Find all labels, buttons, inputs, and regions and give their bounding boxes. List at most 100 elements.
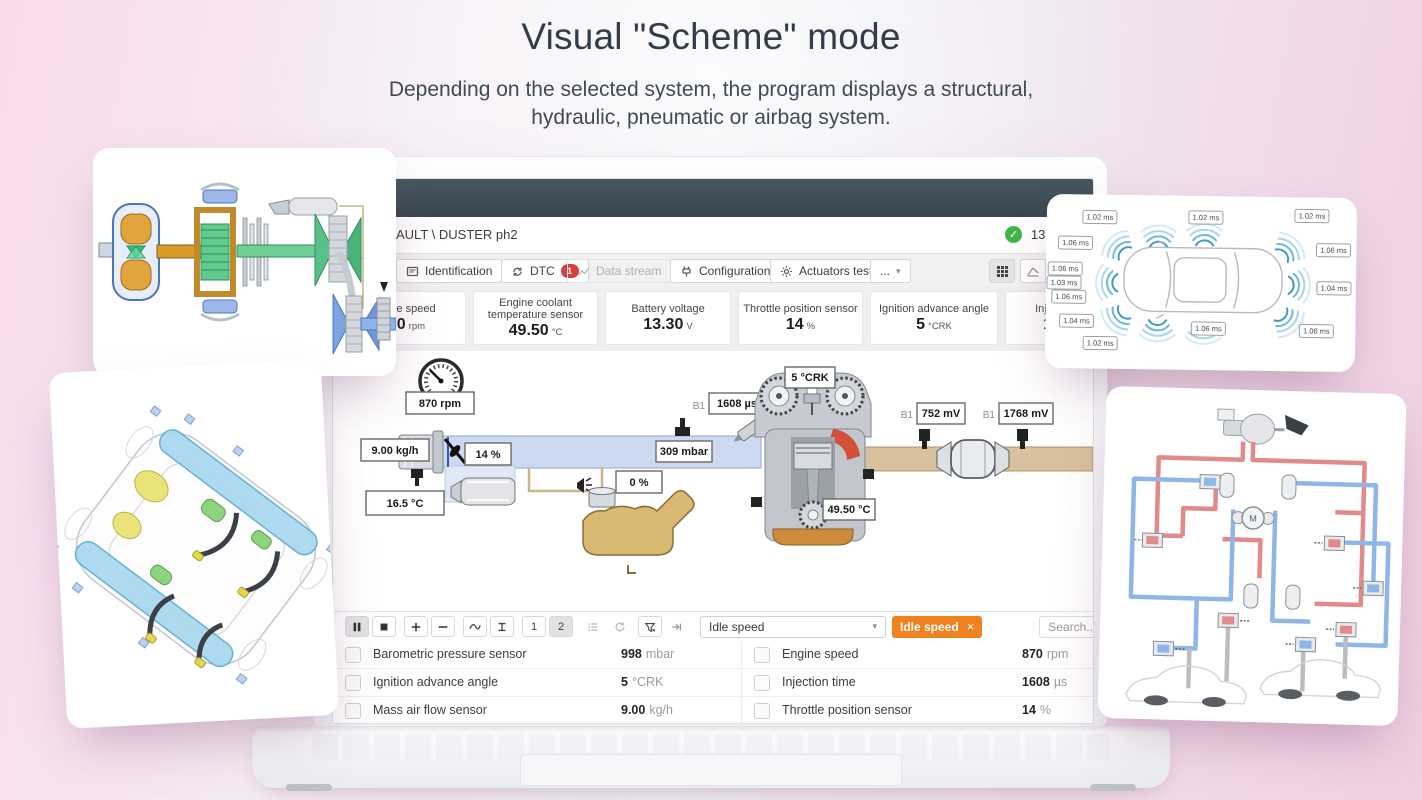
sensor-value: 14% [785,315,816,333]
tab-label: ... [880,264,891,278]
page-1-button[interactable]: 1 [522,616,546,637]
promo-canvas: Visual "Scheme" mode Depending on the se… [0,0,1422,800]
tab-actuators-test[interactable]: Actuators test [770,259,883,283]
tab-label: Actuators test [799,264,873,278]
dropdown-value: Idle speed [709,619,765,634]
chart-view-button[interactable] [1020,259,1046,283]
app-screen: AULT \ DUSTER ph2 ✓ 13. Identification D… [332,178,1094,724]
param-value: 1608 µs [1022,675,1068,689]
o2-sensor-downstream [1017,429,1028,449]
row-checkbox[interactable] [345,675,361,691]
scheme-label-map: 309 mbar [655,440,713,463]
svg-text:1.02 ms: 1.02 ms [1299,211,1326,220]
tab-bar: Identification DTC 1 Data stream Configu… [333,253,1093,289]
abs-pump: M [1231,506,1275,530]
idle-speed-chip[interactable]: Idle speed × [892,615,983,638]
table-row[interactable]: Injection time 1608 µs [742,669,1093,697]
grid-view-icon [996,265,1008,277]
sensor-card-throttle: Throttle position sensor 14% [738,291,863,345]
param-name: Barometric pressure sensor [373,647,527,661]
param-value: 998 mbar [621,647,675,661]
trackpad [520,754,902,786]
page-2-button[interactable]: 2 [549,616,573,637]
scheme-label-ignition: 5 °CRK [784,366,836,389]
engine-scheme-svg: 870 rpm 9.00 kg/h 16.5 °C 14 % 0 % 309 m… [360,358,1093,574]
parameter-table: Barometric pressure sensor 998 mbar Ignit… [333,641,1093,723]
range-icon [498,622,506,631]
minus-icon [438,625,448,628]
table-row[interactable]: Mass air flow sensor 9.00 kg/h [333,697,741,723]
actuators-test-icon [781,265,792,277]
chevron-down-icon: ▾ [896,265,901,276]
configuration-icon [682,266,691,276]
hydraulic-scheme-svg: M [1125,408,1391,708]
tab-identification[interactable]: Identification [396,259,503,283]
row-checkbox[interactable] [754,703,770,719]
scheme-label-engine-speed: 870 rpm [405,391,475,415]
data-stream-icon [578,267,590,275]
table-row[interactable]: Ignition advance angle 5 °CRK [333,669,741,697]
tab-configuration[interactable]: Configuration [670,259,781,283]
tab-label: DTC [530,264,555,278]
search-input[interactable] [1039,615,1093,638]
row-checkbox[interactable] [345,703,361,719]
sensor-card-ignition: Ignition advance angle 5 °CRK [870,291,998,345]
airbag-scheme-card [47,359,340,729]
airbag-car [47,405,338,685]
svg-text:M: M [1249,513,1257,523]
svg-text:1.06 ms: 1.06 ms [1320,246,1347,255]
param-value: 5 °CRK [621,675,664,689]
list-button[interactable] [581,616,605,637]
svg-text:1.02 ms: 1.02 ms [1087,212,1114,221]
param-value: 9.00 kg/h [621,703,673,717]
engine-scheme: 870 rpm 9.00 kg/h 16.5 °C 14 % 0 % 309 m… [333,351,1093,611]
brake-pedal-icon [1284,414,1309,436]
o2-downstream-bank: B1 [983,410,996,421]
tab-more[interactable]: ... ▾ [870,259,911,283]
chip-close-icon[interactable]: × [967,619,975,634]
table-row[interactable]: Engine speed 870 rpm [742,641,1093,669]
stop-button[interactable] [372,616,396,637]
svg-text:1.06 ms: 1.06 ms [1062,238,1089,247]
filter-button[interactable] [638,616,662,637]
svg-text:1.02 ms: 1.02 ms [1087,338,1114,347]
row-checkbox[interactable] [345,647,361,663]
svg-text:1.04 ms: 1.04 ms [1063,316,1090,325]
filter-icon [644,622,656,632]
tab-data-stream[interactable]: Data stream [567,259,672,283]
skip-to-end-button[interactable] [665,616,689,637]
sensor-value: 5 °CRK [916,315,952,333]
grid-view-button[interactable] [989,259,1015,283]
row-checkbox[interactable] [754,675,770,691]
scheme-label-maf: 9.00 kg/h [360,438,430,462]
refresh-icon [615,622,625,631]
svg-text:5 °CRK: 5 °CRK [791,372,828,384]
sensor-label: Engine coolant temperature sensor [487,296,584,321]
zoom-in-button[interactable] [404,616,428,637]
scheme-label-o2-downstream: 1768 mV [998,402,1054,425]
row-checkbox[interactable] [754,647,770,663]
svg-text:1.03 ms: 1.03 ms [1051,278,1078,287]
breadcrumb-bar: AULT \ DUSTER ph2 ✓ 13. [333,217,1093,253]
parameter-set-dropdown[interactable]: Idle speed ▾ [700,615,886,638]
zoom-out-button[interactable] [431,616,455,637]
svg-text:1.06 ms: 1.06 ms [1055,292,1082,301]
svg-text:49.50 °C: 49.50 °C [828,504,871,516]
list-icon [588,622,598,631]
svg-text:1.06 ms: 1.06 ms [1303,326,1330,335]
skip-to-end-icon [672,623,682,630]
pause-button[interactable] [345,616,369,637]
svg-text:1768 mV: 1768 mV [1004,408,1049,420]
range-button[interactable] [490,616,514,637]
table-row[interactable]: Barometric pressure sensor 998 mbar [333,641,741,669]
chip-label: Idle speed [900,619,959,634]
torque-converter [98,203,160,301]
smooth-button[interactable] [463,616,487,637]
param-name: Mass air flow sensor [373,703,487,717]
table-row[interactable]: Throttle position sensor 14% [742,697,1093,723]
refresh-button[interactable] [608,616,632,637]
o2-sensor-upstream [919,429,930,449]
scheme-label-o2-upstream: 752 mV [916,402,966,425]
injection-bank: B1 [693,401,706,412]
svg-text:309 mbar: 309 mbar [660,446,709,458]
